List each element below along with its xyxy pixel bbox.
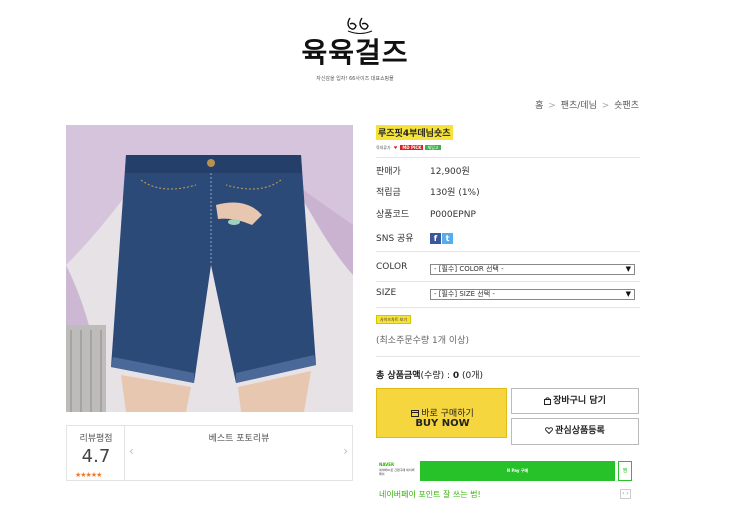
breadcrumb-category[interactable]: 팬츠/데님 bbox=[561, 101, 597, 111]
size-select[interactable]: - [필수] SIZE 선택 - ▼ bbox=[430, 289, 635, 300]
naver-wish-button[interactable]: 찜 bbox=[618, 461, 632, 481]
size-option-label: SIZE bbox=[376, 288, 397, 298]
logo-mark-icon bbox=[347, 17, 373, 34]
total-label: 총 상품금액 bbox=[376, 371, 421, 381]
code-value: P000EPNP bbox=[430, 210, 476, 220]
review-next-arrow-icon[interactable]: › bbox=[343, 444, 348, 458]
color-select-value: - [필수] COLOR 선택 - bbox=[434, 265, 504, 273]
review-score-value: 4.7 bbox=[81, 446, 111, 467]
chevron-down-icon: ▼ bbox=[625, 290, 631, 298]
size-select-value: - [필수] SIZE 선택 - bbox=[434, 290, 495, 298]
buy-now-button[interactable]: 바로 구매하기 BUY NOW bbox=[376, 388, 507, 438]
divider bbox=[376, 157, 640, 158]
badge-restock: 재입고 bbox=[425, 145, 441, 150]
naver-pay-button[interactable]: N Pay 구매 bbox=[420, 461, 615, 481]
best-photo-review-title: 베스트 포토리뷰 bbox=[208, 434, 270, 444]
points-value: 130원 (1%) bbox=[430, 188, 480, 198]
breadcrumb-home[interactable]: 홈 bbox=[535, 101, 543, 111]
badge-md-pick: MD PICK bbox=[400, 145, 424, 150]
divider bbox=[376, 356, 640, 357]
breadcrumb-separator: > bbox=[548, 101, 556, 111]
buy-now-english: BUY NOW bbox=[415, 418, 470, 429]
facebook-icon[interactable]: f bbox=[430, 233, 441, 244]
min-order-text: (최소주문수량 1개 이상) bbox=[376, 336, 469, 346]
code-label: 상품코드 bbox=[376, 210, 410, 220]
price-label: 판매가 bbox=[376, 167, 401, 177]
naver-pay-promo-arrows[interactable]: ‹ › bbox=[620, 489, 631, 499]
sns-row: SNS 공유 f t bbox=[376, 231, 454, 244]
divider bbox=[376, 251, 640, 252]
product-image[interactable] bbox=[66, 125, 353, 412]
add-to-cart-button[interactable]: 장바구니 담기 bbox=[511, 388, 639, 414]
divider bbox=[376, 281, 640, 282]
product-photo bbox=[66, 125, 353, 412]
add-to-cart-label: 장바구니 담기 bbox=[553, 396, 606, 406]
price-value: 12,900원 bbox=[430, 167, 470, 177]
breadcrumb-separator: > bbox=[601, 101, 610, 111]
total-amount: 총 상품금액(수량) : 0 (0개) bbox=[376, 368, 483, 381]
total-qty-label: (수량) : bbox=[420, 371, 453, 381]
logo-subtitle: 자신감을 입자! 66사이즈 대표쇼핑몰 bbox=[316, 76, 394, 82]
badge-brand: 육대류가 bbox=[376, 145, 391, 150]
review-score: 리뷰평점 4.7 ★★★★★ bbox=[67, 426, 125, 480]
heart-icon: ♥ bbox=[393, 145, 398, 150]
twitter-icon[interactable]: t bbox=[442, 233, 453, 244]
color-option-label: COLOR bbox=[376, 262, 408, 272]
breadcrumb-current[interactable]: 숏팬츠 bbox=[614, 101, 639, 111]
naver-pay-box: NAVER 네이버ID로 간편구매 네이버페이 N Pay 구매 찜 bbox=[376, 459, 640, 483]
sns-label: SNS 공유 bbox=[376, 234, 414, 244]
code-row: 상품코드 P000EPNP bbox=[376, 207, 476, 220]
points-label: 적립금 bbox=[376, 188, 401, 198]
add-to-wishlist-label: 관심상품등록 bbox=[555, 426, 605, 436]
review-box: 리뷰평점 4.7 ★★★★★ 베스트 포토리뷰 ‹ › bbox=[66, 425, 353, 481]
price-row: 판매가 12,900원 bbox=[376, 164, 470, 177]
site-logo[interactable]: 육육걸즈 자신감을 입자! 66사이즈 대표쇼핑몰 bbox=[290, 14, 420, 90]
product-name: 루즈핏4부데님숏츠 bbox=[376, 125, 453, 140]
card-icon bbox=[411, 410, 420, 417]
logo-text: 육육걸즈 bbox=[301, 36, 409, 69]
product-badges: 육대류가 ♥ MD PICK 재입고 bbox=[376, 144, 441, 152]
review-score-label: 리뷰평점 bbox=[79, 434, 113, 444]
heart-outline-icon bbox=[545, 427, 554, 435]
breadcrumb: 홈 > 팬츠/데님 > 숏팬츠 bbox=[535, 98, 639, 111]
size-chart-button[interactable]: 사이즈차트 보기 bbox=[376, 315, 412, 324]
review-prev-arrow-icon[interactable]: ‹ bbox=[129, 444, 134, 458]
points-row: 적립금 130원 (1%) bbox=[376, 185, 480, 198]
naver-pay-desc: 네이버ID로 간편구매 네이버페이 bbox=[379, 468, 415, 476]
divider bbox=[376, 307, 640, 308]
color-select[interactable]: - [필수] COLOR 선택 - ▼ bbox=[430, 264, 635, 275]
chevron-down-icon: ▼ bbox=[625, 265, 631, 273]
naver-logo: NAVER bbox=[379, 462, 395, 467]
bag-icon bbox=[544, 396, 552, 405]
naver-pay-promo-link[interactable]: 네이버페이 포인트 잘 쓰는 법! bbox=[379, 489, 481, 500]
star-rating-icon: ★★★★★ bbox=[75, 471, 102, 479]
total-qty: (0개) bbox=[459, 371, 484, 381]
add-to-wishlist-button[interactable]: 관심상품등록 bbox=[511, 418, 639, 445]
